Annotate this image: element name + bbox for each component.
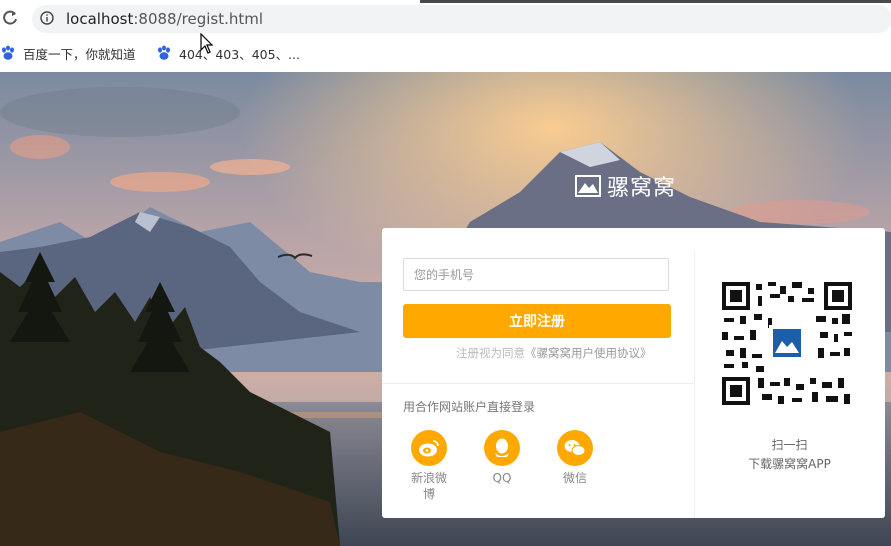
- agreement-link[interactable]: 《骡窝窝用户使用协议》: [525, 346, 652, 360]
- card-vertical-divider: [694, 250, 695, 518]
- weibo-icon: [411, 430, 447, 466]
- bookmark-baidu[interactable]: 百度一下，你就知道: [0, 44, 136, 62]
- weibo-label: 新浪微 博: [410, 471, 447, 501]
- wechat-login[interactable]: 微信: [545, 430, 605, 486]
- baidu-paw-icon: [2, 45, 14, 60]
- watermark: java学途: [734, 492, 838, 517]
- brand-logo: 骡窝窝: [575, 170, 676, 202]
- register-card: 立即注册 注册视为同意《骡窝窝用户使用协议》 用合作网站账户直接登录 新浪微 博…: [382, 228, 885, 518]
- agreement-note: 注册视为同意《骡窝窝用户使用协议》: [456, 345, 652, 361]
- bookmark-errors[interactable]: 404、403、405、...: [156, 44, 300, 62]
- info-icon[interactable]: [40, 11, 54, 25]
- mouse-cursor-icon: [200, 33, 214, 54]
- wechat-icon: [557, 430, 593, 466]
- url-host: localhost: [66, 10, 134, 28]
- watermark-text: java学途: [768, 497, 838, 517]
- bookmarks-bar: 百度一下，你就知道 404、403、405、...: [0, 38, 891, 70]
- url-text[interactable]: localhost:8088/regist.html: [66, 10, 263, 28]
- address-row: localhost:8088/regist.html: [0, 0, 891, 38]
- qq-label: QQ: [492, 471, 512, 485]
- bookmark-label: 百度一下，你就知道: [23, 46, 136, 62]
- qr-caption: 扫一扫 下载骡窝窝APP: [694, 436, 885, 474]
- browser-chrome: localhost:8088/regist.html 百度一下，你就知道 404…: [0, 0, 891, 72]
- brand-name: 骡窝窝: [607, 176, 677, 201]
- qr-caption-line2: 下载骡窝窝APP: [748, 457, 831, 471]
- register-button[interactable]: 立即注册: [403, 304, 671, 338]
- wechat-label: 微信: [562, 471, 587, 485]
- agreement-prefix: 注册视为同意: [456, 346, 525, 360]
- phone-input[interactable]: [403, 258, 669, 291]
- qq-icon: [484, 430, 520, 466]
- reload-icon[interactable]: [2, 9, 18, 27]
- qq-login[interactable]: QQ: [472, 430, 532, 486]
- wechat-watermark-icon: [735, 494, 761, 515]
- qr-code-icon: [722, 282, 852, 405]
- mountain-logo-icon: [575, 175, 601, 197]
- weibo-login[interactable]: 新浪微 博: [399, 430, 459, 502]
- url-path: :8088/regist.html: [133, 10, 264, 28]
- card-horizontal-divider: [382, 383, 694, 384]
- baidu-paw-icon: [158, 45, 170, 60]
- partner-login-title: 用合作网站账户直接登录: [403, 400, 536, 414]
- qr-caption-line1: 扫一扫: [771, 438, 808, 452]
- bookmark-label: 404、403、405、...: [179, 46, 300, 62]
